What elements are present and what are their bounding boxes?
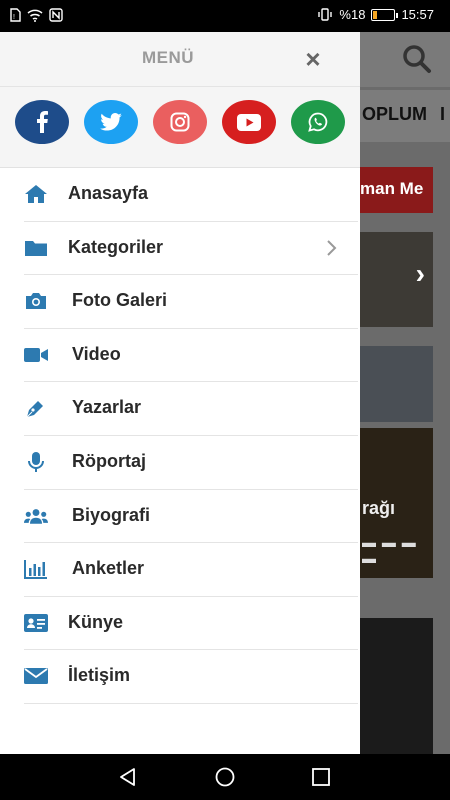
- menu-item-anketler[interactable]: Anketler: [24, 543, 358, 597]
- poll-chart-icon: [24, 560, 47, 580]
- slider-indicator: ▬ ▬ ▬ ▬: [362, 534, 417, 566]
- bg-news-card[interactable]: [360, 346, 433, 422]
- menu-item-label: Yazarlar: [72, 397, 142, 418]
- instagram-button[interactable]: [153, 100, 207, 144]
- bg-news-card[interactable]: [360, 618, 433, 754]
- battery-level-fill: [373, 10, 378, 19]
- users-icon: [24, 508, 48, 524]
- facebook-icon: [37, 111, 48, 133]
- wifi-icon: [27, 9, 43, 22]
- home-circle-icon[interactable]: [214, 766, 236, 788]
- menu-item-label: Kategoriler: [68, 236, 164, 257]
- youtube-icon: [237, 113, 261, 131]
- camera-icon: [26, 293, 46, 310]
- vibrate-icon: [318, 8, 333, 21]
- svg-text:!: !: [13, 14, 15, 21]
- search-icon[interactable]: [402, 44, 432, 74]
- chevron-right-icon: [327, 239, 337, 256]
- bg-nav-item[interactable]: I: [440, 104, 445, 125]
- drawer-title: MENÜ: [141, 48, 195, 67]
- nfc-icon: [49, 8, 63, 22]
- battery-percent: %18: [339, 7, 366, 22]
- menu-item-kategoriler[interactable]: Kategoriler: [24, 222, 358, 276]
- envelope-icon: [24, 668, 48, 685]
- menu-item-label: Video: [72, 343, 121, 364]
- side-drawer: MENÜ × Anasayfa Kategoriler Foto Galeri …: [0, 32, 360, 754]
- youtube-button[interactable]: [222, 100, 276, 144]
- id-card-icon: [24, 613, 48, 632]
- menu-item-iletisim[interactable]: İletişim: [24, 650, 358, 704]
- twitter-button[interactable]: [84, 100, 138, 144]
- menu-item-roportaj[interactable]: Röportaj: [24, 436, 358, 490]
- twitter-icon: [100, 113, 122, 131]
- menu-item-label: İletişim: [68, 665, 131, 686]
- bg-news-card[interactable]: rağı ▬ ▬ ▬ ▬: [360, 428, 433, 578]
- bg-card-title: rağı: [362, 498, 396, 518]
- menu-item-yazarlar[interactable]: Yazarlar: [24, 382, 358, 436]
- pen-icon: [26, 401, 43, 418]
- sim-icon: !: [10, 8, 21, 22]
- menu-item-label: Anketler: [72, 558, 145, 579]
- menu-item-label: Röportaj: [72, 450, 146, 471]
- menu-item-label: Anasayfa: [68, 183, 149, 203]
- status-bar: ! %18 15:57: [0, 0, 450, 32]
- microphone-icon: [28, 451, 44, 472]
- menu-item-foto-galeri[interactable]: Foto Galeri: [24, 275, 358, 329]
- menu-item-biyografi[interactable]: Biyografi: [24, 490, 358, 544]
- menu-item-anasayfa[interactable]: Anasayfa: [24, 168, 358, 222]
- menu-item-label: Biyografi: [72, 504, 151, 525]
- back-icon[interactable]: [117, 766, 139, 788]
- folder-icon: [25, 240, 47, 256]
- battery-icon: [371, 8, 399, 21]
- menu-item-video[interactable]: Video: [24, 329, 358, 383]
- recents-icon[interactable]: [310, 766, 332, 788]
- bg-news-card[interactable]: ›: [360, 232, 433, 327]
- bg-breaking-banner[interactable]: man Me: [360, 167, 433, 213]
- system-nav-bar: [0, 754, 450, 800]
- bg-nav-item[interactable]: OPLUM: [362, 104, 427, 125]
- video-icon: [24, 347, 48, 362]
- clock: 15:57: [401, 7, 434, 22]
- close-button[interactable]: ×: [300, 46, 326, 72]
- whatsapp-icon: [308, 112, 328, 132]
- menu-list: Anasayfa Kategoriler Foto Galeri Video Y…: [0, 168, 360, 704]
- social-links: [0, 87, 360, 168]
- screen: ! %18 15:57 OPLUM I man Me › rağı ▬ ▬ ▬ …: [0, 0, 450, 800]
- drawer-header: MENÜ ×: [0, 32, 360, 87]
- menu-item-label: Künye: [68, 611, 124, 632]
- chevron-right-icon[interactable]: ›: [416, 258, 425, 290]
- menu-item-kunye[interactable]: Künye: [24, 597, 358, 651]
- instagram-icon: [170, 112, 190, 132]
- facebook-button[interactable]: [15, 100, 69, 144]
- menu-item-label: Foto Galeri: [72, 290, 168, 311]
- home-icon: [25, 185, 47, 203]
- whatsapp-button[interactable]: [291, 100, 345, 144]
